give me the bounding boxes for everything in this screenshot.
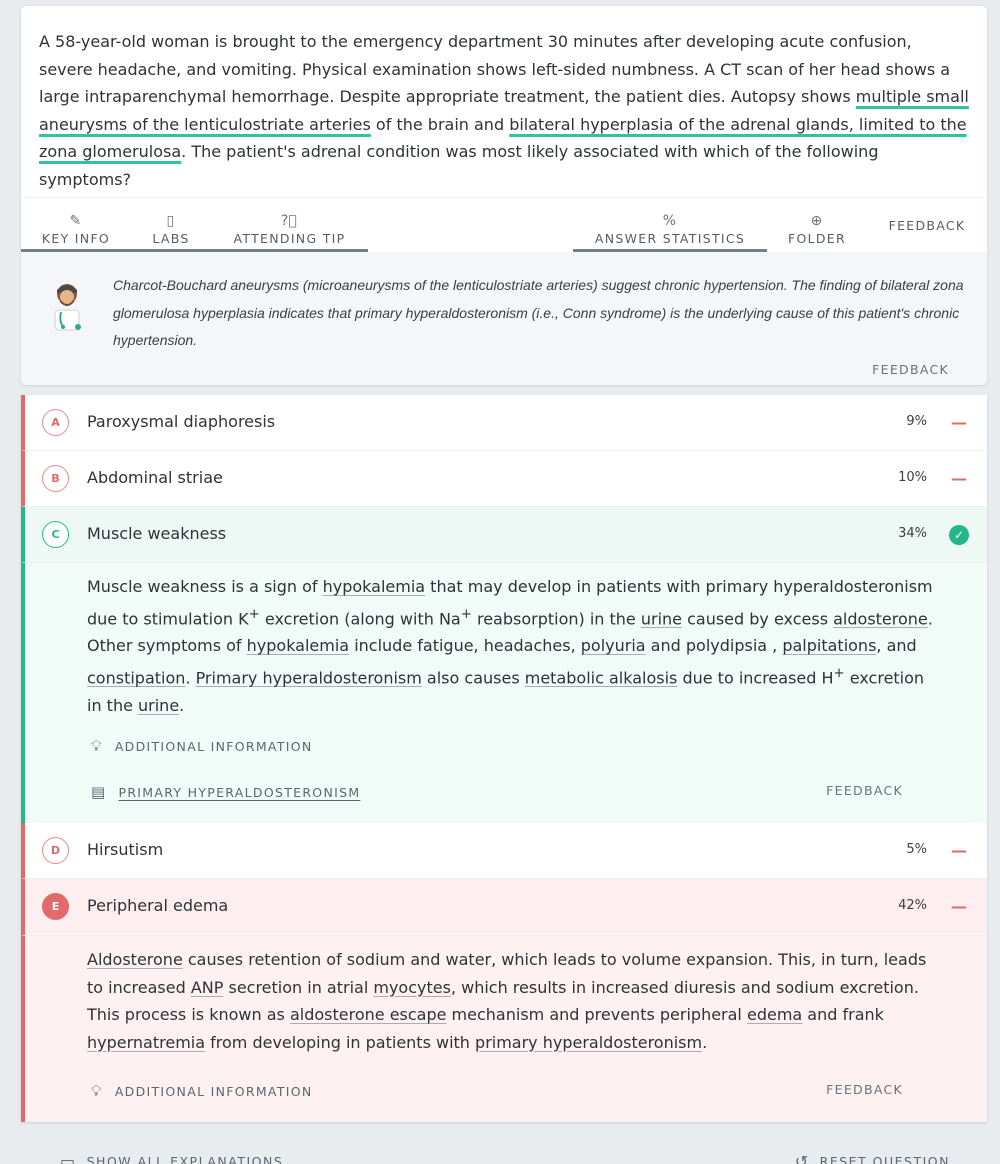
- feedback-label: FEEDBACK: [888, 217, 966, 233]
- additional-info-button[interactable]: 💡︎ ADDITIONAL INFORMATION: [91, 737, 313, 755]
- question-stem: A 58-year-old woman is brought to the em…: [39, 32, 969, 189]
- article-icon: ▤: [91, 783, 107, 801]
- explanation-e-text: Aldosterone causes retention of sodium a…: [87, 950, 927, 1052]
- link-myocytes[interactable]: myocytes: [373, 978, 451, 997]
- explanation-c-text: Muscle weakness is a sign of hypokalemia…: [87, 577, 933, 715]
- answer-option-e[interactable]: E Peripheral edema 42% —: [21, 879, 987, 936]
- answer-option-b[interactable]: B Abdominal striae 10% —: [21, 451, 987, 507]
- labs-label: LABS: [152, 231, 190, 246]
- option-label: Peripheral edema: [87, 896, 229, 915]
- tab-answer-statistics[interactable]: % ANSWER STATISTICS: [573, 198, 767, 252]
- link-primary-hyperaldosteronism[interactable]: primary hyperaldosteronism: [475, 1033, 702, 1052]
- incorrect-dash-icon: —: [951, 413, 967, 432]
- option-percentage: 42%: [898, 898, 927, 913]
- answer-list: A Paroxysmal diaphoresis 9% — B Abdomina…: [21, 395, 987, 1122]
- tip-feedback-button[interactable]: FEEDBACK: [872, 362, 949, 377]
- doctor-avatar-icon: [54, 284, 81, 331]
- tab-folder[interactable]: ⊕ FOLDER: [767, 198, 867, 252]
- link-hypernatremia[interactable]: hypernatremia: [87, 1033, 205, 1052]
- tab-feedback[interactable]: FEEDBACK: [867, 198, 987, 252]
- tab-labs[interactable]: ▯ LABS: [131, 198, 211, 252]
- undo-icon: ↺: [794, 1152, 810, 1164]
- option-label: Hirsutism: [87, 840, 164, 859]
- answer-option-a[interactable]: A Paroxysmal diaphoresis 9% —: [21, 395, 987, 451]
- pencil-icon: ✎: [69, 213, 83, 229]
- attending-tip-text: Charcot-Bouchard aneurysms (microaneurys…: [113, 277, 964, 348]
- show-all-label: SHOW ALL EXPLANATIONS: [86, 1154, 284, 1164]
- folder-label: FOLDER: [787, 231, 846, 246]
- explanation-e-feedback-button[interactable]: FEEDBACK: [826, 1082, 903, 1097]
- plus-circle-icon: ⊕: [810, 213, 824, 229]
- article-link-primary-hyperaldosteronism[interactable]: ▤ PRIMARY HYPERALDOSTERONISM: [91, 783, 360, 801]
- question-circle-icon: ?⃝: [280, 213, 299, 229]
- link-edema[interactable]: edema: [747, 1005, 802, 1024]
- option-letter: C: [42, 521, 69, 548]
- option-letter: E: [42, 893, 69, 920]
- reset-question-button[interactable]: ↺ RESET QUESTION: [795, 1152, 950, 1164]
- question-toolbar: ✎ KEY INFO ▯ LABS ?⃝ ATTENDING TIP % ANS…: [21, 197, 987, 252]
- attending-tip-label: ATTENDING TIP: [233, 231, 346, 246]
- incorrect-dash-icon: —: [951, 469, 967, 488]
- option-label: Muscle weakness: [87, 524, 227, 543]
- link-anp[interactable]: ANP: [191, 978, 224, 997]
- additional-info-label: ADDITIONAL INFORMATION: [114, 1083, 313, 1099]
- link-palpitations[interactable]: palpitations: [782, 636, 876, 655]
- show-all-explanations-button[interactable]: ▭ SHOW ALL EXPLANATIONS: [60, 1152, 283, 1164]
- option-label: Abdominal striae: [87, 468, 223, 487]
- key-info-label: KEY INFO: [41, 231, 111, 246]
- option-letter: B: [42, 465, 69, 492]
- lightbulb-icon: 💡︎: [91, 737, 103, 755]
- option-percentage: 9%: [906, 414, 927, 429]
- link-aldosterone[interactable]: aldosterone: [833, 609, 928, 628]
- link-metabolic-alkalosis[interactable]: metabolic alkalosis: [525, 668, 678, 687]
- attending-tip-panel: Charcot-Bouchard aneurysms (microaneurys…: [21, 252, 987, 385]
- tab-key-info[interactable]: ✎ KEY INFO: [21, 198, 131, 252]
- tab-attending-tip[interactable]: ?⃝ ATTENDING TIP: [211, 198, 368, 252]
- answer-statistics-label: ANSWER STATISTICS: [594, 231, 746, 246]
- explanation-e: Aldosterone causes retention of sodium a…: [21, 936, 987, 1122]
- option-letter: A: [42, 409, 69, 436]
- option-percentage: 34%: [898, 526, 927, 541]
- explanation-c-feedback-button[interactable]: FEEDBACK: [826, 783, 903, 798]
- answer-option-c[interactable]: C Muscle weakness 34% ✓: [21, 507, 987, 563]
- incorrect-dash-icon: —: [951, 897, 967, 916]
- option-percentage: 10%: [898, 470, 927, 485]
- incorrect-dash-icon: —: [951, 841, 967, 860]
- option-percentage: 5%: [906, 842, 927, 857]
- link-hypokalemia[interactable]: hypokalemia: [323, 577, 425, 596]
- link-primary-hyperaldosteronism[interactable]: Primary hyperaldosteronism: [196, 668, 422, 687]
- link-polyuria[interactable]: polyuria: [581, 636, 646, 655]
- option-label: Paroxysmal diaphoresis: [87, 412, 276, 431]
- clipboard-icon: ▯: [166, 213, 176, 229]
- reset-label: RESET QUESTION: [819, 1154, 950, 1164]
- book-icon: ▭: [60, 1152, 77, 1164]
- lightbulb-icon: 💡︎: [91, 1082, 103, 1100]
- additional-info-button[interactable]: 💡︎ ADDITIONAL INFORMATION: [91, 1082, 313, 1100]
- link-hypokalemia-2[interactable]: hypokalemia: [247, 636, 349, 655]
- explanation-c: Muscle weakness is a sign of hypokalemia…: [21, 563, 987, 823]
- option-letter: D: [42, 837, 69, 864]
- link-aldosterone-escape[interactable]: aldosterone escape: [290, 1005, 447, 1024]
- question-card: A 58-year-old woman is brought to the em…: [21, 6, 987, 385]
- article-label: PRIMARY HYPERALDOSTERONISM: [118, 784, 361, 800]
- percent-icon: %: [662, 213, 678, 229]
- link-aldosterone[interactable]: Aldosterone: [87, 950, 183, 969]
- answer-option-d[interactable]: D Hirsutism 5% —: [21, 823, 987, 879]
- link-constipation[interactable]: constipation: [87, 668, 185, 687]
- additional-info-label: ADDITIONAL INFORMATION: [114, 738, 313, 754]
- link-urine[interactable]: urine: [641, 609, 682, 628]
- check-circle-icon: ✓: [949, 525, 969, 545]
- link-urine-2[interactable]: urine: [138, 696, 179, 715]
